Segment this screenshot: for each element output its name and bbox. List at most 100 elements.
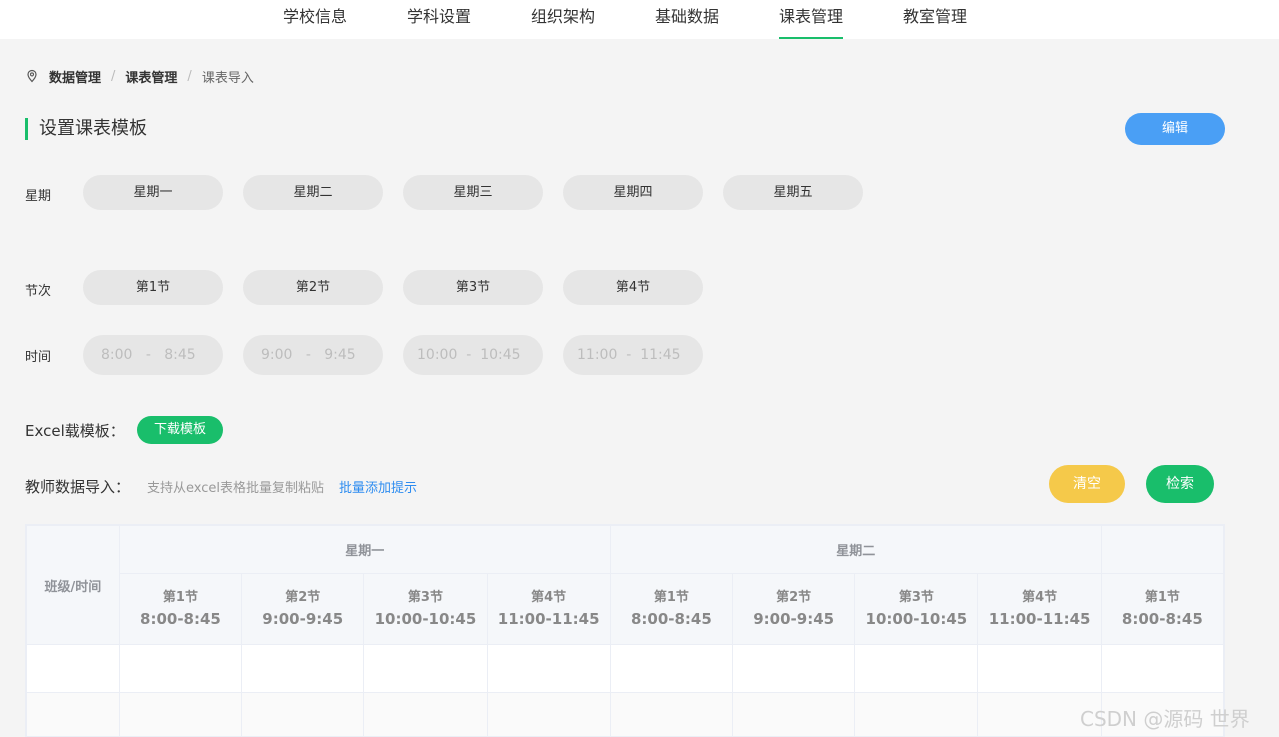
watermark: CSDN @源码 世界 <box>1080 707 1250 731</box>
day-header-tuesday: 星期二 <box>609 525 1102 574</box>
period-name: 第2节 <box>776 590 812 605</box>
period-pill-4[interactable]: 第4节 <box>563 270 703 305</box>
period-time: 9:00-9:45 <box>753 610 835 628</box>
weekday-pill-thursday[interactable]: 星期四 <box>563 175 703 210</box>
top-nav: 学校信息 学科设置 组织架构 基础数据 课表管理 教室管理 <box>0 0 1279 39</box>
breadcrumb-data-management[interactable]: 数据管理 <box>49 67 101 86</box>
time-separator: - <box>466 347 472 363</box>
table-cell[interactable] <box>118 692 243 736</box>
table-cell[interactable] <box>241 692 365 736</box>
nav-item-subject-settings[interactable]: 学科设置 <box>407 0 471 39</box>
breadcrumb: 数据管理 / 课表管理 / 课表导入 <box>25 66 254 86</box>
time-start: 10:00 <box>417 347 458 363</box>
period-name: 第2节 <box>285 590 321 605</box>
table-corner-header: 班级/时间 <box>26 525 120 645</box>
period-header: 第1节 8:00-8:45 <box>118 573 243 645</box>
time-range-input-3[interactable]: 10:00 - 10:45 <box>403 335 543 375</box>
period-name: 第3节 <box>407 590 443 605</box>
location-pin-icon <box>27 69 37 83</box>
table-cell[interactable] <box>732 644 856 693</box>
time-start: 8:00 <box>101 347 133 363</box>
time-end: 11:45 <box>640 347 681 363</box>
table-cell[interactable] <box>26 692 120 736</box>
nav-item-school-info[interactable]: 学校信息 <box>283 0 347 39</box>
period-header: 第4节 11:00-11:45 <box>486 573 611 645</box>
period-label: 节次 <box>25 284 52 299</box>
period-name: 第1节 <box>1144 590 1180 605</box>
period-header: 第3节 10:00-10:45 <box>363 573 488 645</box>
breadcrumb-current: 课表导入 <box>201 70 254 86</box>
nav-item-classroom-management[interactable]: 教室管理 <box>903 0 967 39</box>
period-time: 11:00-11:45 <box>497 610 600 628</box>
weekday-pill-friday[interactable]: 星期五 <box>723 175 863 210</box>
weekday-pill-wednesday[interactable]: 星期三 <box>403 175 543 210</box>
period-time: 11:00-11:45 <box>988 610 1091 628</box>
table-cell[interactable] <box>854 644 979 693</box>
table-cell[interactable] <box>609 692 734 736</box>
week-label: 星期 <box>25 189 52 204</box>
timetable-grid[interactable]: 班级/时间 星期一 星期二 第1节 8:00-8:45 第2节 9:00-9:45 … <box>25 524 1225 737</box>
table-cell[interactable] <box>486 692 611 736</box>
time-start: 11:00 <box>577 347 618 363</box>
table-cell[interactable] <box>363 644 488 693</box>
batch-add-tips-link[interactable]: 批量添加提示 <box>339 477 417 496</box>
table-cell[interactable] <box>977 644 1102 693</box>
download-template-button[interactable]: 下载模板 <box>137 416 223 444</box>
period-header: 第2节 9:00-9:45 <box>732 573 856 645</box>
nav-item-basic-data[interactable]: 基础数据 <box>655 0 719 39</box>
period-pill-3[interactable]: 第3节 <box>403 270 543 305</box>
nav-item-timetable-management[interactable]: 课表管理 <box>779 0 844 39</box>
weekday-pill-tuesday[interactable]: 星期二 <box>243 175 383 210</box>
period-name: 第1节 <box>653 590 689 605</box>
time-separator: - <box>305 347 311 363</box>
table-cell[interactable] <box>854 692 979 736</box>
day-header-monday: 星期一 <box>118 525 611 574</box>
import-hint-text: 支持从excel表格批量复制粘贴 <box>147 481 324 496</box>
time-range-input-2[interactable]: 9:00 - 9:45 <box>243 335 383 375</box>
table-row <box>26 692 1224 736</box>
period-name: 第4节 <box>1022 590 1058 605</box>
time-range-input-1[interactable]: 8:00 - 8:45 <box>83 335 223 375</box>
time-separator: - <box>626 347 632 363</box>
period-time: 10:00-10:45 <box>374 610 477 628</box>
breadcrumb-separator: / <box>111 68 116 84</box>
excel-template-label: Excel载模板： <box>25 422 125 440</box>
table-cell[interactable] <box>732 692 856 736</box>
time-end: 9:45 <box>324 347 356 363</box>
breadcrumb-timetable-management[interactable]: 课表管理 <box>125 67 177 86</box>
timetable-table: 班级/时间 星期一 星期二 第1节 8:00-8:45 第2节 9:00-9:45 … <box>26 525 1224 736</box>
period-header: 第4节 11:00-11:45 <box>977 573 1102 645</box>
table-cell[interactable] <box>241 644 365 693</box>
table-cell[interactable] <box>609 644 734 693</box>
period-time: 10:00-10:45 <box>865 610 968 628</box>
section-title: 设置课表模板 <box>25 118 147 140</box>
period-pill-1[interactable]: 第1节 <box>83 270 223 305</box>
edit-button[interactable]: 编辑 <box>1125 113 1225 145</box>
period-header: 第2节 9:00-9:45 <box>241 573 365 645</box>
search-button[interactable]: 检索 <box>1146 465 1214 503</box>
period-name: 第4节 <box>531 590 567 605</box>
period-header: 第3节 10:00-10:45 <box>854 573 979 645</box>
clear-button[interactable]: 清空 <box>1049 465 1125 503</box>
table-cell[interactable] <box>363 692 488 736</box>
time-label: 时间 <box>25 350 52 365</box>
teacher-import-label: 教师数据导入： <box>25 478 131 496</box>
time-end: 10:45 <box>480 347 521 363</box>
table-cell[interactable] <box>26 644 120 693</box>
period-name: 第3节 <box>898 590 934 605</box>
table-cell[interactable] <box>1100 644 1224 693</box>
time-range-input-4[interactable]: 11:00 - 11:45 <box>563 335 703 375</box>
time-start: 9:00 <box>261 347 293 363</box>
time-separator: - <box>145 347 151 363</box>
period-header: 第1节 8:00-8:45 <box>609 573 734 645</box>
table-cell[interactable] <box>486 644 611 693</box>
period-time: 8:00-8:45 <box>140 610 221 628</box>
weekday-pill-monday[interactable]: 星期一 <box>83 175 223 210</box>
nav-item-organization[interactable]: 组织架构 <box>531 0 595 39</box>
period-time: 8:00-8:45 <box>1121 610 1203 628</box>
table-cell[interactable] <box>118 644 243 693</box>
period-time: 9:00-9:45 <box>262 610 344 628</box>
day-header-wednesday <box>1100 525 1224 574</box>
period-time: 8:00-8:45 <box>630 610 712 628</box>
period-pill-2[interactable]: 第2节 <box>243 270 383 305</box>
